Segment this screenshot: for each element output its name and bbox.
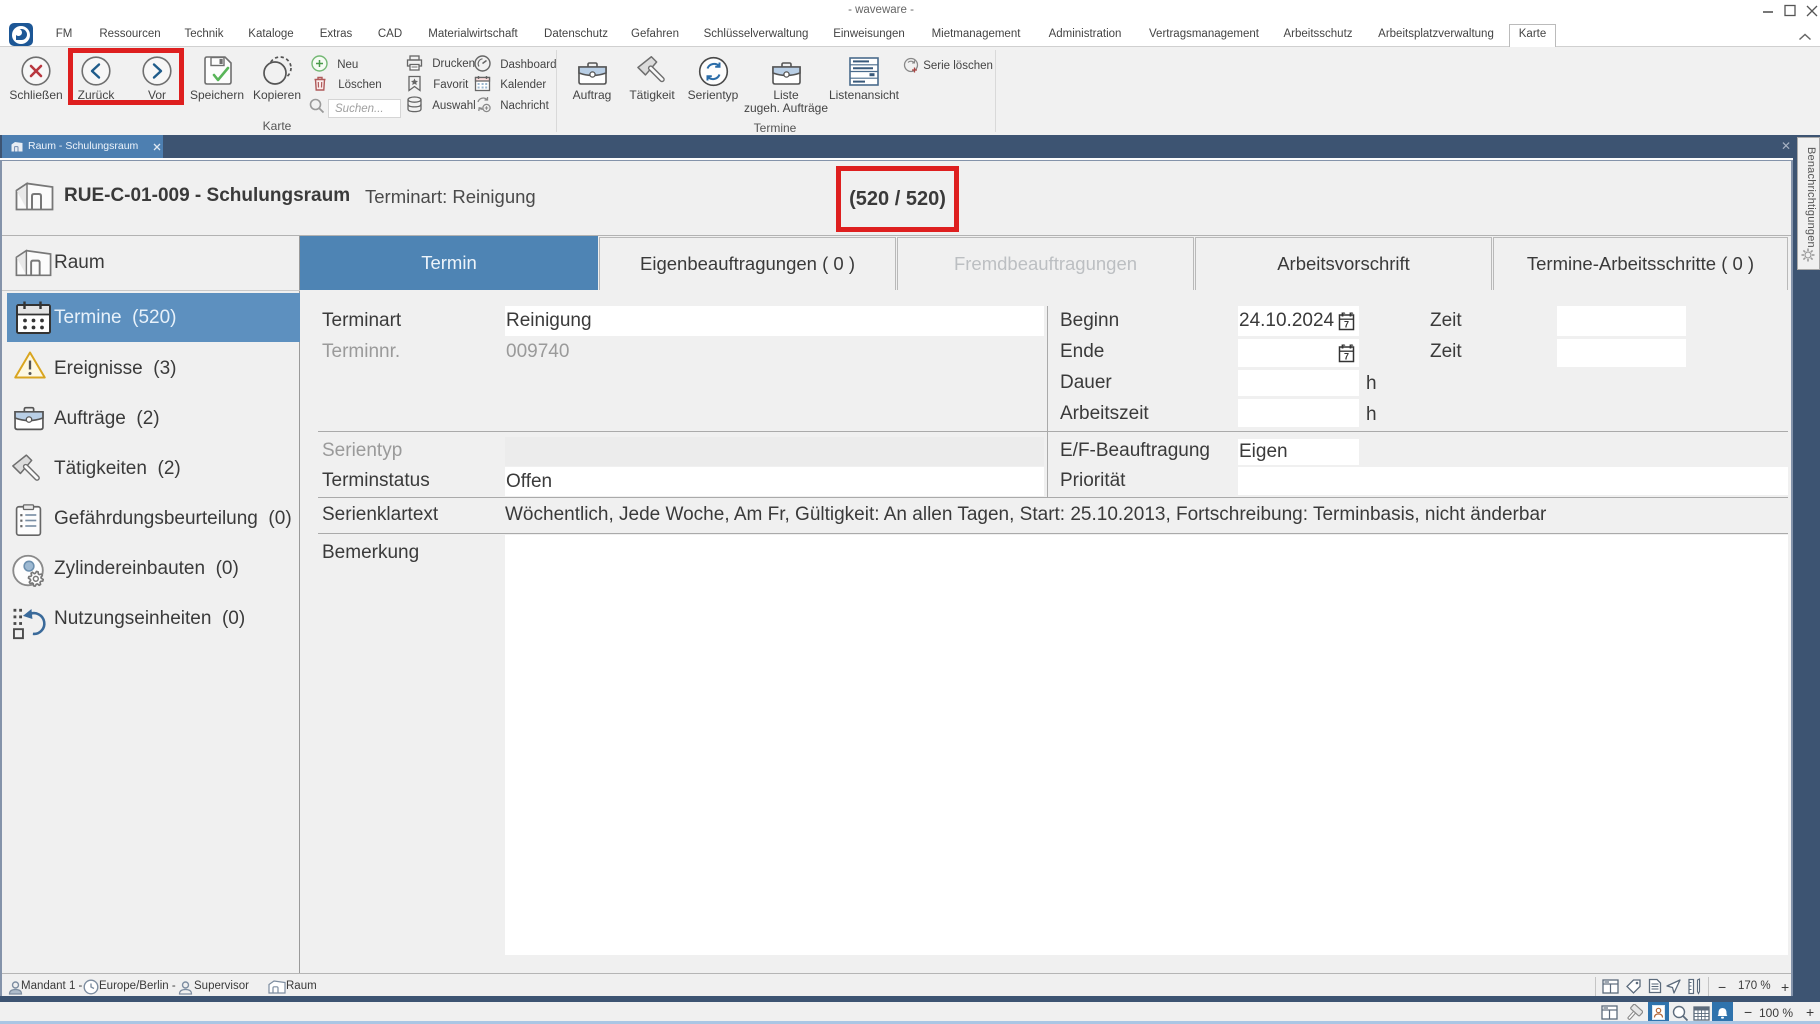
svg-text:7: 7 bbox=[1344, 352, 1349, 362]
svg-text:7: 7 bbox=[1344, 320, 1349, 330]
